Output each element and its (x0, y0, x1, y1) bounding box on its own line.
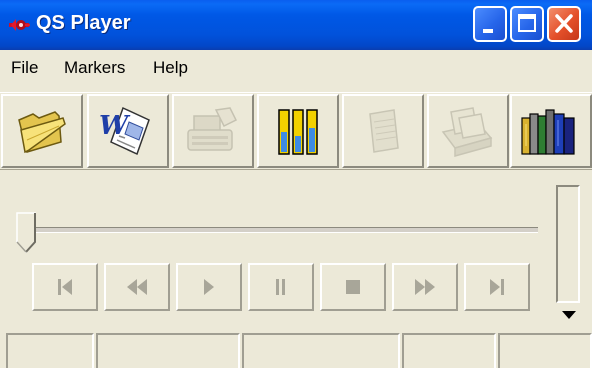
card-index-icon (441, 107, 493, 157)
maximize-icon (518, 14, 536, 32)
fast-forward-button[interactable] (392, 263, 458, 311)
open-file-button[interactable] (1, 94, 83, 168)
volume-slider[interactable] (556, 185, 580, 303)
title-bar[interactable]: QS Player (0, 0, 592, 50)
seek-track[interactable] (24, 227, 538, 233)
library-button[interactable] (510, 94, 592, 168)
folder-open-icon (18, 111, 66, 154)
rewind-icon (127, 279, 147, 295)
maximize-button[interactable] (510, 6, 544, 42)
play-button[interactable] (176, 263, 242, 311)
app-logo-icon (9, 19, 30, 31)
minimize-icon (483, 29, 493, 33)
skip-to-start-button[interactable] (32, 263, 98, 311)
stop-icon (346, 280, 360, 294)
menu-file[interactable]: File (11, 58, 38, 78)
close-button[interactable] (547, 6, 581, 42)
notepad-icon (369, 109, 399, 153)
svg-text:W: W (99, 111, 131, 141)
pause-icon (276, 279, 285, 295)
play-icon (204, 279, 214, 295)
close-icon (555, 14, 573, 33)
level-meters-button[interactable] (257, 94, 339, 168)
seek-slider-thumb[interactable] (16, 212, 38, 254)
menu-bar: File Markers Help (0, 50, 592, 88)
typewriter-icon (187, 107, 238, 151)
card-index-button[interactable] (427, 94, 509, 168)
status-pane (402, 333, 496, 368)
notepad-button[interactable] (342, 94, 424, 168)
menu-help[interactable]: Help (153, 58, 188, 78)
triangle-down-icon[interactable] (561, 310, 577, 320)
toolbar: W (0, 92, 592, 170)
word-document-button[interactable]: W (87, 94, 169, 168)
status-pane (96, 333, 240, 368)
skip-to-end-icon (490, 279, 504, 295)
minimize-button[interactable] (473, 6, 507, 42)
typewriter-button[interactable] (172, 94, 254, 168)
status-pane (242, 333, 400, 368)
fast-forward-icon (415, 279, 435, 295)
menu-markers[interactable]: Markers (64, 58, 125, 78)
skip-to-end-button[interactable] (464, 263, 530, 311)
status-pane (498, 333, 592, 368)
window-title: QS Player (36, 12, 131, 34)
word-document-icon: W (99, 106, 150, 156)
stop-button[interactable] (320, 263, 386, 311)
books-icon (521, 109, 575, 155)
level-meters-icon (278, 109, 318, 155)
skip-to-start-icon (58, 279, 72, 295)
pause-button[interactable] (248, 263, 314, 311)
rewind-button[interactable] (104, 263, 170, 311)
status-pane (6, 333, 94, 368)
